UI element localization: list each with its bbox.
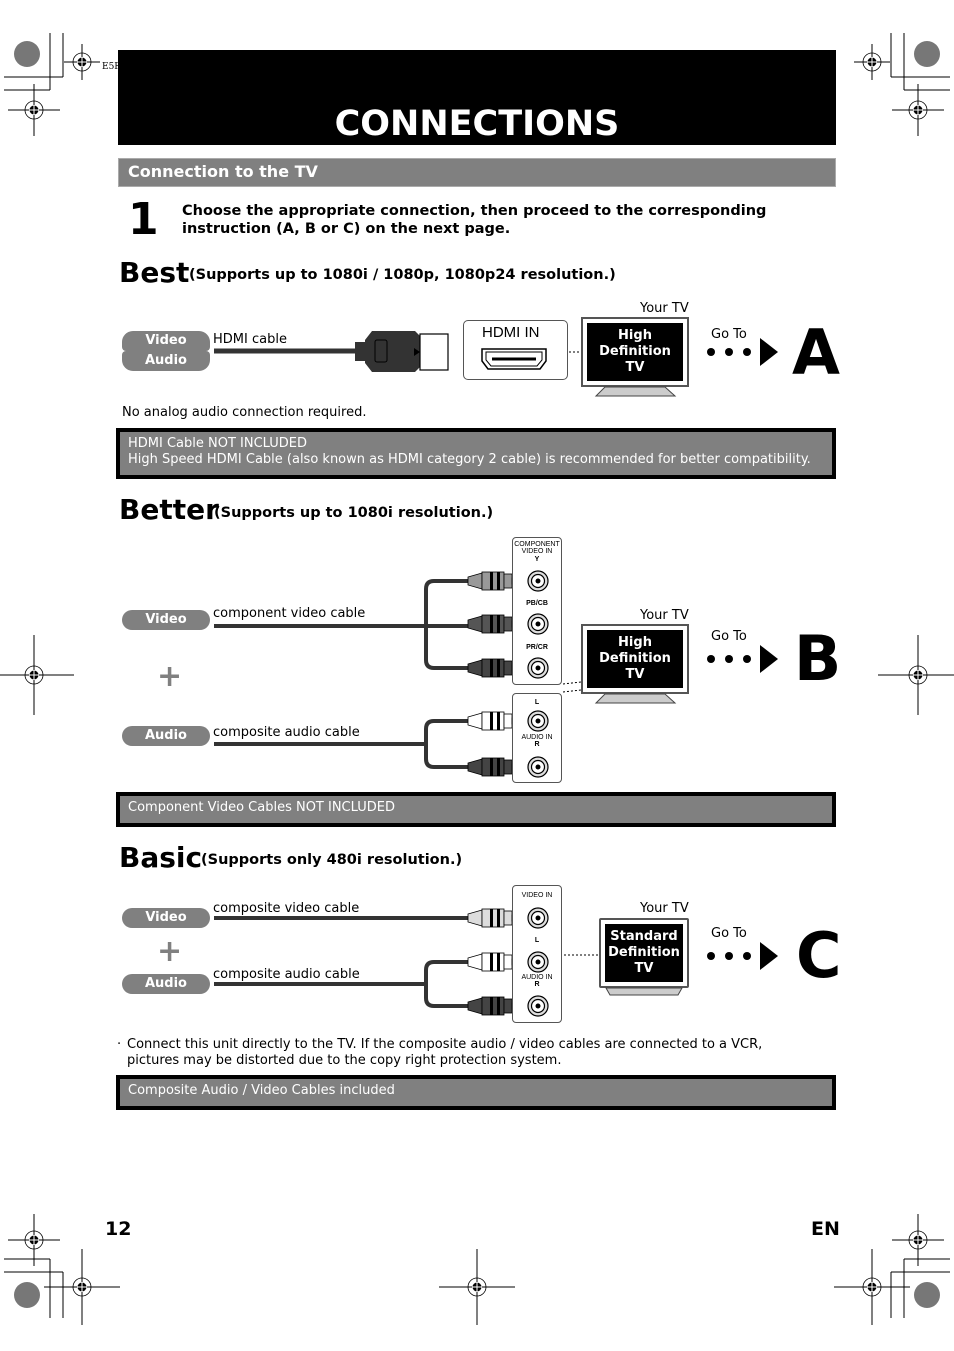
page-number: 12 <box>105 1218 132 1240</box>
tv-base-and-links <box>564 942 778 996</box>
basic-bullet-note: · Connect this unit directly to the TV. … <box>117 1037 817 1069</box>
registration-target-icon <box>834 1249 910 1325</box>
instruction-letter-c: C <box>796 919 842 992</box>
bullet-icon: · <box>117 1037 122 1052</box>
go-to-label: Go To <box>711 926 747 941</box>
registration-target-icon <box>892 1214 944 1266</box>
registration-target-icon <box>8 1214 60 1266</box>
registration-target-icon <box>439 1249 515 1325</box>
composite-note-box: Composite Audio / Video Cables included <box>116 1075 836 1110</box>
composite-note-line1: Composite Audio / Video Cables included <box>128 1083 395 1098</box>
language-label: EN <box>811 1218 840 1240</box>
registration-target-icon <box>44 1249 120 1325</box>
bullet-text: Connect this unit directly to the TV. If… <box>127 1037 763 1068</box>
